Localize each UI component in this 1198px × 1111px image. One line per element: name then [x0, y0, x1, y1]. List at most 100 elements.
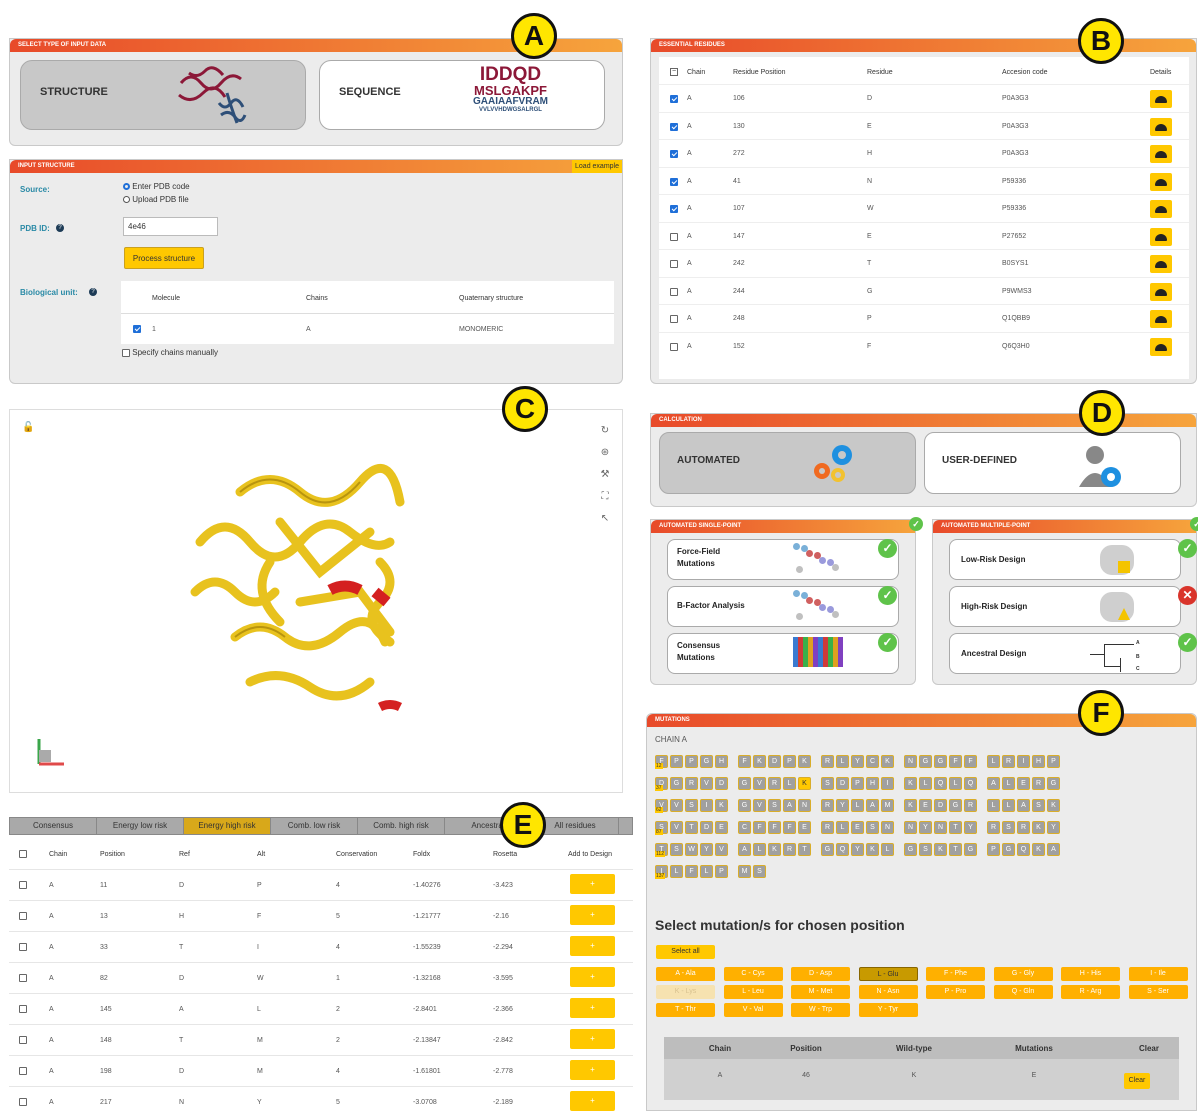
tab-comb-high-risk[interactable]: Comb. high risk [358, 818, 445, 834]
residue-button[interactable]: Q [836, 843, 849, 856]
residue-button[interactable]: L [836, 821, 849, 834]
residue-checkbox[interactable] [670, 287, 678, 296]
residue-button[interactable]: F [738, 755, 751, 768]
amino-acid-button[interactable]: T - Thr [656, 1003, 715, 1017]
residue-button[interactable]: D [768, 755, 781, 768]
residue-button[interactable]: G [738, 799, 751, 812]
residue-button[interactable]: G [1047, 777, 1060, 790]
residue-button[interactable]: L [949, 777, 962, 790]
residue-button[interactable]: K [934, 843, 947, 856]
residue-button[interactable]: P [715, 865, 728, 878]
wrench-icon[interactable]: ⚒ [598, 464, 612, 486]
amino-acid-button[interactable]: N - Asn [858, 985, 918, 999]
residue-button[interactable]: R [783, 843, 796, 856]
residue-button[interactable]: L [836, 755, 849, 768]
residue-button[interactable]: P [987, 843, 1000, 856]
residue-button[interactable]: T [685, 821, 698, 834]
residue-checkbox[interactable] [670, 205, 678, 213]
settings-icon[interactable]: ⊛ [598, 442, 612, 464]
residue-button[interactable]: L [670, 865, 683, 878]
residue-button[interactable]: G [1002, 843, 1015, 856]
residue-button[interactable]: Y [964, 821, 977, 834]
residue-button[interactable]: P [670, 755, 683, 768]
residue-button[interactable]: N [798, 799, 811, 812]
residue-button[interactable]: S [670, 843, 683, 856]
residue-button[interactable]: N [904, 755, 917, 768]
details-button[interactable] [1150, 255, 1172, 273]
residue-button[interactable]: R [987, 821, 1000, 834]
residue-button[interactable]: Y [700, 843, 713, 856]
residue-button[interactable]: D [836, 777, 849, 790]
residue-button[interactable]: V [753, 777, 766, 790]
row-checkbox[interactable] [19, 1005, 27, 1013]
residue-button[interactable]: Y [919, 821, 932, 834]
residue-button[interactable]: E [798, 821, 811, 834]
amino-acid-button[interactable]: D - Asp [791, 967, 850, 981]
structure-viewer[interactable]: 🔓 ↻ ⊛ ⚒ ⛶ ↖ [9, 409, 623, 793]
residue-button[interactable]: D [700, 821, 713, 834]
residue-button[interactable]: S [685, 799, 698, 812]
select-all-checkbox[interactable] [19, 850, 27, 858]
amino-acid-button[interactable]: F - Phe [926, 967, 985, 981]
residue-button[interactable]: L [1002, 777, 1015, 790]
specify-chains-checkbox[interactable]: Specify chains manually [122, 348, 218, 357]
residue-button[interactable]: F [949, 755, 962, 768]
help-icon[interactable]: ? [56, 224, 64, 232]
load-example-button[interactable]: Load example [572, 160, 622, 173]
details-button[interactable] [1150, 200, 1172, 218]
user-defined-option[interactable]: USER-DEFINED [924, 432, 1181, 494]
source-radio-pdb[interactable]: Enter PDB code [123, 182, 190, 191]
residue-checkbox[interactable] [670, 122, 678, 131]
residue-button[interactable]: T [949, 843, 962, 856]
single-point-method[interactable]: Consensus Mutations ✓ [667, 633, 899, 674]
row-checkbox[interactable] [19, 912, 27, 920]
residue-button[interactable]: G [934, 755, 947, 768]
details-button[interactable] [1150, 337, 1172, 356]
automated-option[interactable]: AUTOMATED [659, 432, 916, 494]
residue-button[interactable]: A [783, 799, 796, 812]
residue-button[interactable]: G [964, 843, 977, 856]
residue-button[interactable]: E [851, 821, 864, 834]
details-button[interactable] [1150, 90, 1172, 108]
residue-button[interactable]: G [919, 755, 932, 768]
multi-point-method[interactable]: High-Risk Design ✕ [949, 586, 1197, 627]
residue-button[interactable]: S [919, 843, 932, 856]
residue-button[interactable]: I [700, 799, 713, 812]
fullscreen-icon[interactable]: ⛶ [598, 486, 612, 508]
residue-button[interactable]: F [768, 821, 781, 834]
residue-checkbox[interactable] [670, 150, 678, 158]
residue-button[interactable]: G [738, 777, 751, 790]
residue-checkbox[interactable] [670, 342, 678, 351]
row-checkbox[interactable] [19, 881, 27, 889]
residue-button[interactable]: K [904, 799, 917, 812]
details-button[interactable] [1150, 227, 1172, 246]
residue-button[interactable]: S [821, 777, 834, 790]
amino-acid-button[interactable]: I - Ile [1128, 967, 1188, 981]
residue-button[interactable]: E [715, 821, 728, 834]
residue-button[interactable]: E [1017, 777, 1030, 790]
amino-acid-button[interactable]: H - His [1061, 967, 1120, 981]
residue-button[interactable]: Y [851, 755, 864, 768]
residue-button[interactable]: K [715, 799, 728, 812]
residue-button[interactable]: S [753, 865, 766, 878]
row-checkbox[interactable] [19, 1098, 27, 1106]
residue-button[interactable]: V [753, 799, 766, 812]
residue-button[interactable]: H [866, 777, 879, 790]
add-to-design-button[interactable]: + [570, 905, 615, 925]
residue-button[interactable]: D [934, 799, 947, 812]
residue-button[interactable]: C [866, 755, 879, 768]
residue-button[interactable]: K [881, 755, 894, 768]
residue-button[interactable]: Q [934, 777, 947, 790]
residue-button[interactable]: M [881, 799, 894, 812]
reset-icon[interactable]: ↻ [598, 420, 612, 442]
amino-acid-button[interactable]: P - Pro [926, 985, 985, 999]
select-all-checkbox[interactable]: − [670, 68, 678, 76]
residue-button[interactable]: K [1047, 799, 1060, 812]
residue-button[interactable]: V [670, 799, 683, 812]
residue-button[interactable]: N [934, 821, 947, 834]
lock-icon[interactable]: 🔓 [22, 422, 34, 433]
residue-button[interactable]: K [904, 777, 917, 790]
residue-button[interactable]: E [919, 799, 932, 812]
residue-button[interactable]: G [670, 777, 683, 790]
residue-checkbox[interactable] [670, 315, 678, 323]
